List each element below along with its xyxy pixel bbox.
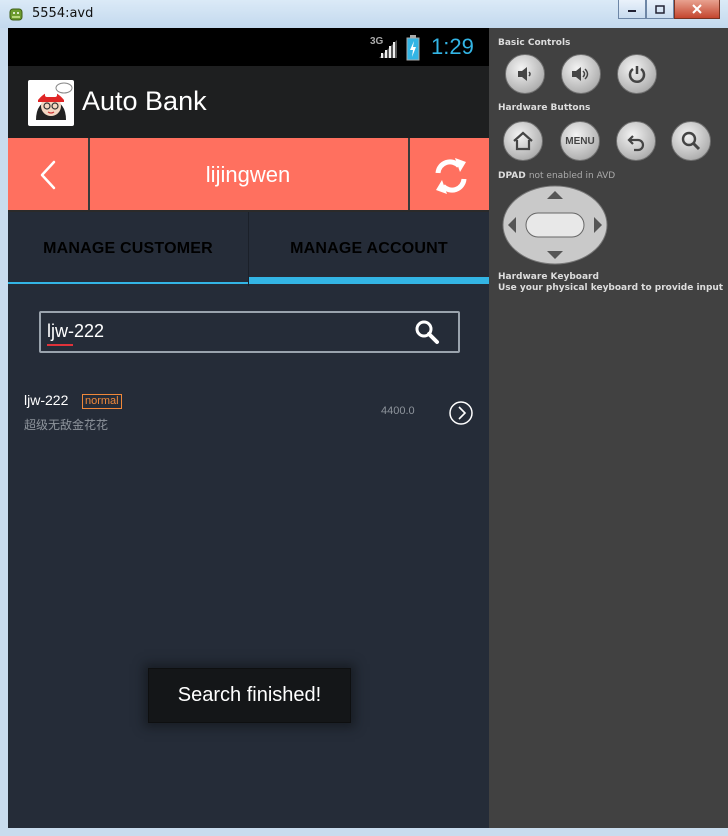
chevron-right-circle-icon[interactable] [448, 400, 474, 426]
back-arrow-icon [627, 135, 645, 152]
status-badge: normal [82, 394, 122, 409]
maximize-button[interactable] [646, 0, 674, 19]
power-icon [628, 66, 646, 83]
close-icon [692, 4, 702, 14]
search-icon[interactable] [414, 319, 440, 345]
toast: Search finished! [148, 668, 351, 723]
window-frame-left [0, 28, 8, 836]
menu-button[interactable]: MENU [560, 121, 600, 161]
hardware-keyboard-note: Use your physical keyboard to provide in… [498, 283, 724, 293]
tab-bar: MANAGE CUSTOMER MANAGE ACCOUNT [8, 212, 489, 286]
window-titlebar: 5554:avd [0, 0, 728, 29]
refresh-icon [435, 158, 467, 194]
active-tab-indicator [249, 277, 489, 284]
volume-down-button[interactable] [505, 54, 545, 94]
home-button[interactable] [503, 121, 543, 161]
maximize-icon [655, 4, 665, 14]
avatar-icon [36, 82, 73, 120]
close-button[interactable] [674, 0, 720, 19]
search-input[interactable]: ljw-222 [39, 311, 460, 353]
basic-controls-label: Basic Controls [498, 38, 571, 48]
account-name: ljw-222 [24, 392, 69, 408]
account-header: lijingwen [8, 138, 489, 212]
clock: 1:29 [431, 34, 474, 59]
hardware-keyboard-label: Hardware Keyboard [498, 272, 599, 282]
volume-up-icon [572, 67, 589, 81]
username-label: lijingwen [205, 162, 291, 187]
spellcheck-underline [47, 344, 73, 346]
dpad[interactable] [502, 185, 608, 265]
account-owner: 超级无敌金花花 [24, 418, 109, 432]
tab-manage-account[interactable]: MANAGE ACCOUNT [249, 212, 489, 286]
tab-manage-customer[interactable]: MANAGE CUSTOMER [8, 212, 248, 286]
hardware-buttons-label: Hardware Buttons [498, 103, 591, 113]
device-screen: 3G 1:29 Auto Bank lijingwen MANAGE CUSTO… [8, 28, 489, 828]
android-icon [9, 8, 23, 21]
minimize-icon [628, 10, 636, 12]
dpad-note: not enabled in AVD [528, 171, 616, 181]
account-balance: 4400.0 [381, 405, 415, 417]
window-frame-bottom [0, 828, 728, 836]
minimize-button[interactable] [618, 0, 646, 19]
status-bar: 3G 1:29 [8, 28, 489, 66]
volume-up-button[interactable] [561, 54, 601, 94]
back-hardware-button[interactable] [616, 121, 656, 161]
home-icon [513, 131, 533, 151]
list-item[interactable]: ljw-222 normal 超级无敌金花花 4400.0 [8, 383, 489, 443]
search-hardware-button[interactable] [671, 121, 711, 161]
signal-icon [379, 40, 397, 58]
battery-charging-icon [406, 35, 420, 61]
dpad-title: DPAD [498, 171, 526, 181]
app-logo[interactable] [28, 80, 74, 126]
search-icon [681, 131, 701, 151]
tab-underline [8, 282, 248, 284]
volume-down-icon [518, 67, 531, 81]
dpad-label: DPAD not enabled in AVD [498, 171, 615, 181]
window-controls [618, 0, 720, 20]
dpad-icon [502, 185, 608, 265]
app-title: Auto Bank [82, 86, 207, 116]
power-button[interactable] [617, 54, 657, 94]
back-button[interactable] [8, 138, 88, 212]
menu-button-label: MENU [565, 135, 595, 147]
refresh-button[interactable] [410, 138, 489, 212]
search-query: ljw-222 [47, 321, 105, 341]
action-bar: Auto Bank [8, 66, 489, 138]
window-title: 5554:avd [32, 6, 94, 21]
chevron-left-icon [40, 160, 56, 190]
